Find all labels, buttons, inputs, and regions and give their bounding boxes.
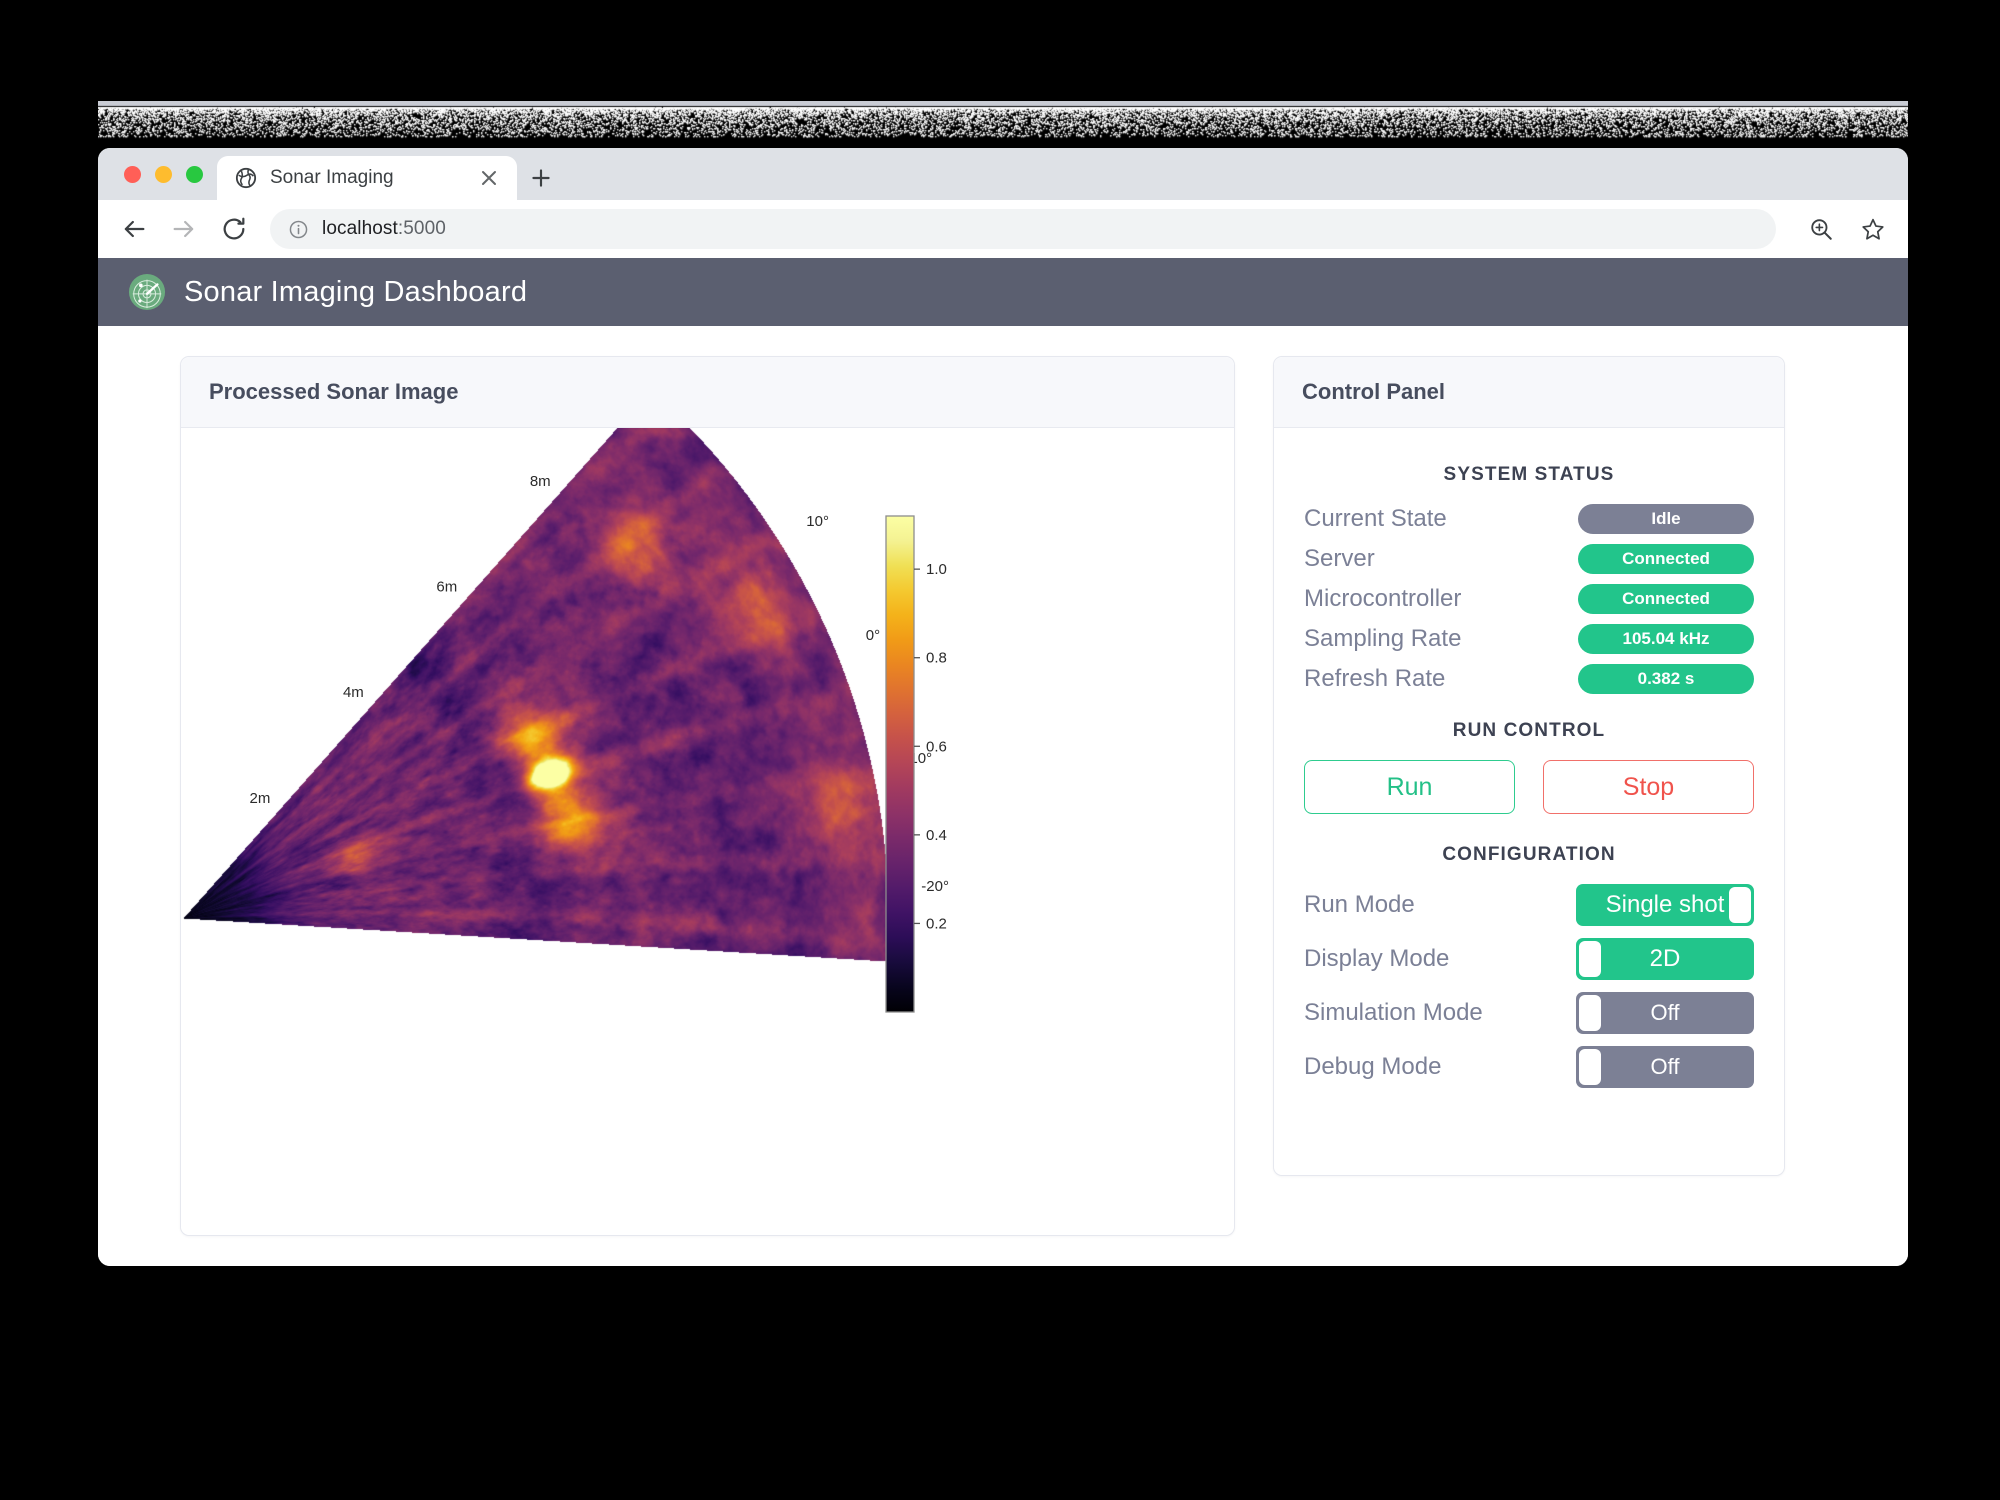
status-label: Server	[1304, 545, 1375, 573]
status-row: Server Connected	[1304, 544, 1754, 574]
configuration-label: Run Mode	[1304, 891, 1415, 919]
configuration-label: Simulation Mode	[1304, 999, 1483, 1027]
status-row: Current State Idle	[1304, 504, 1754, 534]
toggle-knob	[1729, 887, 1751, 923]
configuration-label: Display Mode	[1304, 945, 1449, 973]
system-status-list: Current State Idle Server Connected Microcon…	[1304, 504, 1754, 694]
control-panel-title: Control Panel	[1302, 379, 1756, 405]
range-tick-label: 4m	[343, 684, 364, 701]
url-host: localhost	[322, 218, 398, 239]
star-icon[interactable]	[1860, 216, 1886, 242]
status-badge: 105.04 kHz	[1578, 624, 1754, 654]
stop-button[interactable]: Stop	[1543, 760, 1754, 814]
toggle-switch[interactable]: Off	[1576, 992, 1754, 1034]
dashboard-content: Processed Sonar Image 0m2m4m6m8m10m20°10…	[98, 326, 1908, 1236]
control-panel-card: Control Panel SYSTEM STATUS Current Stat…	[1273, 356, 1785, 1176]
colorbar-gradient	[886, 516, 914, 1012]
angle-tick-label: -20°	[921, 878, 949, 895]
toggle-knob	[1579, 995, 1601, 1031]
configuration-label: Debug Mode	[1304, 1053, 1441, 1081]
run-button[interactable]: Run	[1304, 760, 1515, 814]
sonar-polar-heatmap: 0m2m4m6m8m10m20°10°0°-10°-20°0.20.40.60.…	[181, 428, 1234, 1235]
control-panel-header: Control Panel	[1274, 357, 1784, 428]
window-top-noise-artifact	[98, 101, 1908, 141]
toggle-switch[interactable]: 2D	[1576, 938, 1754, 980]
toggle-value: Off	[1651, 1054, 1680, 1080]
status-badge: Idle	[1578, 504, 1754, 534]
configuration-row: Run Mode Single shot	[1304, 884, 1754, 926]
page-title: Sonar Imaging Dashboard	[184, 276, 527, 309]
colorbar-tick-label: 0.4	[926, 827, 947, 844]
sonar-card-header: Processed Sonar Image	[181, 357, 1234, 428]
minimize-window-button[interactable]	[155, 166, 172, 183]
browser-tabstrip: Sonar Imaging	[98, 148, 1908, 200]
toggle-knob	[1579, 941, 1601, 977]
browser-toolbar: localhost:5000	[98, 200, 1908, 258]
status-label: Current State	[1304, 505, 1447, 533]
status-label: Microcontroller	[1304, 585, 1461, 613]
toggle-value: 2D	[1650, 945, 1681, 973]
arrow-right-icon[interactable]	[170, 215, 198, 243]
toggle-value: Single shot	[1606, 891, 1725, 919]
web-page: Sonar Imaging Dashboard Processed Sonar …	[98, 258, 1908, 1266]
sonar-axes-overlay: 0m2m4m6m8m10m20°10°0°-10°-20°0.20.40.60.…	[181, 428, 1234, 1238]
angle-tick-label: 10°	[806, 513, 829, 530]
status-row: Refresh Rate 0.382 s	[1304, 664, 1754, 694]
toggle-switch[interactable]: Off	[1576, 1046, 1754, 1088]
range-tick-label: 6m	[436, 579, 457, 596]
colorbar-tick-label: 0.6	[926, 738, 947, 755]
status-badge: Connected	[1578, 544, 1754, 574]
toolbar-actions	[1798, 216, 1886, 242]
configuration-row: Debug Mode Off	[1304, 1046, 1754, 1088]
colorbar-tick-label: 1.0	[926, 561, 947, 578]
info-circle-icon[interactable]	[288, 219, 309, 240]
window-traffic-lights	[118, 148, 217, 200]
radar-icon	[128, 273, 166, 311]
screenshot-root: Sonar Imaging localhost:5000 Sonar Imagi…	[0, 0, 2000, 1500]
maximize-window-button[interactable]	[186, 166, 203, 183]
range-tick-label: 2m	[250, 790, 271, 807]
configuration-row: Display Mode 2D	[1304, 938, 1754, 980]
arrow-left-icon[interactable]	[120, 215, 148, 243]
browser-window: Sonar Imaging localhost:5000 Sonar Imagi…	[98, 148, 1908, 1266]
colorbar-tick-label: 0.8	[926, 650, 947, 667]
url-port: :5000	[398, 218, 446, 239]
new-tab-button[interactable]	[517, 156, 565, 200]
processed-sonar-image-card: Processed Sonar Image 0m2m4m6m8m10m20°10…	[180, 356, 1235, 1236]
address-bar-url: localhost:5000	[322, 218, 446, 240]
noise-cap	[98, 101, 1908, 109]
status-row: Microcontroller Connected	[1304, 584, 1754, 614]
close-icon[interactable]	[477, 166, 501, 190]
globe-icon	[235, 167, 257, 189]
configuration-list: Run Mode Single shot Display Mode 2D Simulat…	[1304, 884, 1754, 1088]
colorbar-tick-label: 0.2	[926, 915, 947, 932]
status-badge: 0.382 s	[1578, 664, 1754, 694]
toggle-knob	[1579, 1049, 1601, 1085]
reload-icon[interactable]	[220, 215, 248, 243]
close-window-button[interactable]	[124, 166, 141, 183]
run-control-buttons: Run Stop	[1304, 760, 1754, 814]
system-status-heading: SYSTEM STATUS	[1304, 464, 1754, 486]
browser-tab-title: Sonar Imaging	[270, 167, 394, 189]
toggle-switch[interactable]: Single shot	[1576, 884, 1754, 926]
app-header: Sonar Imaging Dashboard	[98, 258, 1908, 326]
status-label: Sampling Rate	[1304, 625, 1461, 653]
sonar-card-title: Processed Sonar Image	[209, 379, 1206, 405]
status-row: Sampling Rate 105.04 kHz	[1304, 624, 1754, 654]
status-label: Refresh Rate	[1304, 665, 1445, 693]
plus-icon	[528, 165, 554, 191]
address-bar[interactable]: localhost:5000	[270, 209, 1776, 249]
browser-tab[interactable]: Sonar Imaging	[217, 156, 517, 200]
toggle-value: Off	[1651, 1000, 1680, 1026]
run-control-heading: RUN CONTROL	[1304, 720, 1754, 742]
sonar-figure-body: 0m2m4m6m8m10m20°10°0°-10°-20°0.20.40.60.…	[181, 428, 1234, 1235]
angle-tick-label: 0°	[866, 627, 880, 644]
status-badge: Connected	[1578, 584, 1754, 614]
control-panel-body: SYSTEM STATUS Current State Idle Server Con…	[1274, 428, 1784, 1175]
zoom-in-icon[interactable]	[1808, 216, 1834, 242]
configuration-heading: CONFIGURATION	[1304, 844, 1754, 866]
configuration-row: Simulation Mode Off	[1304, 992, 1754, 1034]
range-tick-label: 8m	[530, 473, 551, 490]
